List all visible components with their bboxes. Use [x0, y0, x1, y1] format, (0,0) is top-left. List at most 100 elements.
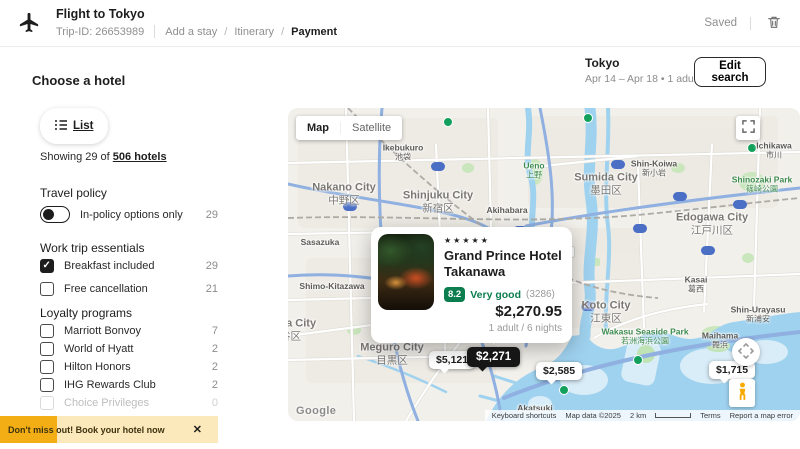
breadcrumb-itinerary[interactable]: Itinerary	[234, 26, 274, 38]
list-view-tab[interactable]: List	[42, 120, 106, 133]
terms-link[interactable]: Terms	[700, 411, 720, 420]
choice-label: Choice Privileges	[64, 397, 149, 409]
filter-row-marriott[interactable]: Marriott Bonvoy 7	[40, 324, 218, 338]
pan-control[interactable]	[732, 338, 760, 366]
list-tab-label: List	[73, 120, 93, 132]
filter-row-choice: Choice Privileges 0	[40, 396, 218, 410]
choice-count: 0	[212, 397, 218, 409]
scale-label: 2 km	[630, 411, 646, 420]
in-policy-count: 29	[206, 209, 218, 221]
report-map-error-link[interactable]: Report a map error	[730, 411, 793, 420]
breadcrumb-add-a-stay[interactable]: Add a stay	[165, 26, 217, 38]
hyatt-label: World of Hyatt	[64, 343, 134, 355]
delete-trip-button[interactable]	[764, 12, 784, 35]
results-summary: Showing 29 of 506 hotels	[40, 151, 167, 163]
google-logo[interactable]: Google	[296, 405, 336, 417]
divider	[750, 17, 751, 30]
filter-row-free-cancellation[interactable]: Free cancellation 21	[40, 282, 218, 296]
map-label-sasazuka: Sasazuka	[301, 237, 340, 247]
page-title: Choose a hotel	[32, 73, 125, 88]
in-policy-toggle[interactable]	[40, 206, 70, 223]
airplane-icon	[18, 11, 42, 35]
close-icon: ✕	[193, 424, 202, 436]
marriott-label: Marriott Bonvoy	[64, 325, 141, 337]
ihg-label: IHG Rewards Club	[64, 379, 156, 391]
keyboard-shortcuts-link[interactable]: Keyboard shortcuts	[492, 411, 557, 420]
results-count-text: Showing 29 of	[40, 151, 113, 163]
pegman-icon	[736, 382, 749, 404]
divider	[154, 25, 155, 38]
breakfast-checkbox[interactable]	[40, 259, 54, 273]
breadcrumb-separator: /	[281, 26, 284, 38]
scale-bar	[655, 413, 691, 418]
in-policy-filter-row[interactable]: In-policy options only 29	[40, 206, 218, 223]
map-container: Ikebukuro池袋 Nakano City中野区 Shinjuku City…	[288, 108, 800, 421]
price-pin-2585[interactable]: $2,585	[536, 362, 582, 380]
map-attribution: Keyboard shortcuts Map data ©2025 2 km T…	[485, 410, 800, 421]
marriott-checkbox[interactable]	[40, 324, 54, 338]
map-label-shinjuku: Shinjuku City新宿区	[403, 189, 473, 214]
ihg-checkbox[interactable]	[40, 378, 54, 392]
price-pin-2271-selected[interactable]: $2,271	[467, 347, 520, 367]
map-label-nakano: Nakano City中野区	[312, 181, 376, 206]
choice-checkbox	[40, 396, 54, 410]
map-label-akihabara: Akihabara	[486, 205, 527, 215]
map-label-edogawa: Edogawa City江戸川区	[676, 211, 748, 236]
promo-banner-text: Don't miss out! Book your hotel now	[0, 425, 165, 435]
hyatt-count: 2	[212, 343, 218, 355]
filter-row-hilton[interactable]: Hilton Honors 2	[40, 360, 218, 374]
map-label-setagaya: Setagaya City世田谷区	[288, 317, 316, 342]
map-label-ichikawa: Ichikawa市川	[756, 140, 791, 159]
saved-status: Saved	[704, 17, 737, 29]
dates-occupancy-label: Apr 14 – Apr 18 • 1 adult	[585, 73, 699, 85]
travel-policy-heading: Travel policy	[40, 186, 107, 200]
hilton-count: 2	[212, 361, 218, 373]
free-cancellation-checkbox[interactable]	[40, 282, 54, 296]
hotel-name: Grand Prince Hotel Takanawa	[444, 248, 562, 280]
loyalty-heading: Loyalty programs	[40, 306, 132, 320]
map-label-shinozaki-park: Shinozaki Park篠崎公園	[732, 174, 792, 193]
hotels-count-link[interactable]: 506 hotels	[113, 151, 167, 163]
trip-header: Flight to Tokyo Trip-ID: 26653989 Add a …	[56, 7, 337, 38]
trip-title: Flight to Tokyo	[56, 7, 337, 21]
filter-row-ihg[interactable]: IHG Rewards Club 2	[40, 378, 218, 392]
hotel-card[interactable]: ★★★★★ Grand Prince Hotel Takanawa 8.2 Ve…	[371, 227, 572, 343]
work-trip-heading: Work trip essentials	[40, 241, 144, 255]
ihg-count: 2	[212, 379, 218, 391]
fullscreen-button[interactable]	[736, 116, 760, 140]
hyatt-checkbox[interactable]	[40, 342, 54, 356]
hotel-price: $2,270.95	[489, 303, 562, 320]
search-summary: Tokyo Apr 14 – Apr 18 • 1 adult	[585, 56, 699, 85]
in-policy-label: In-policy options only	[80, 209, 183, 221]
map-label-ueno: Ueno上野	[523, 160, 544, 179]
hilton-label: Hilton Honors	[64, 361, 131, 373]
map-label-koto: Koto City江東区	[582, 299, 631, 324]
map-label-meguro: Meguro City目黒区	[360, 341, 424, 366]
hotel-photo	[378, 234, 434, 310]
map-label-shimo-kitazawa: Shimo-Kitazawa	[299, 281, 364, 291]
rating-label: Very good	[470, 289, 521, 301]
map-data-label: Map data ©2025	[565, 411, 621, 420]
map-label-wakasu: Wakasu Seaside Park若洲海浜公園	[601, 326, 688, 345]
hilton-checkbox[interactable]	[40, 360, 54, 374]
breakfast-label: Breakfast included	[64, 260, 155, 272]
filter-row-breakfast[interactable]: Breakfast included 29	[40, 259, 218, 273]
breakfast-count: 29	[206, 260, 218, 272]
map-label-sumida: Sumida City墨田区	[574, 171, 638, 196]
pegman-button[interactable]	[729, 379, 755, 407]
filter-row-hyatt[interactable]: World of Hyatt 2	[40, 342, 218, 356]
map-type-satellite-button[interactable]: Satellite	[340, 122, 402, 134]
edit-search-button[interactable]: Edit search	[694, 57, 766, 87]
destination-label: Tokyo	[585, 56, 699, 70]
map-label-shin-koiwa: Shin-Koiwa新小岩	[631, 158, 677, 177]
hotel-star-rating: ★★★★★	[444, 236, 562, 245]
review-count: (3286)	[526, 289, 555, 300]
banner-close-button[interactable]: ✕	[187, 422, 208, 437]
map-label-ikebukuro: Ikebukuro池袋	[383, 142, 424, 161]
map-label-kasai: Kasai葛西	[685, 274, 708, 293]
marriott-count: 7	[212, 325, 218, 337]
top-bar: Flight to Tokyo Trip-ID: 26653989 Add a …	[0, 0, 800, 47]
trip-id: Trip-ID: 26653989	[56, 26, 144, 38]
map-type-map-button[interactable]: Map	[296, 122, 340, 134]
hotel-price-occupancy: 1 adult / 6 nights	[489, 323, 562, 334]
